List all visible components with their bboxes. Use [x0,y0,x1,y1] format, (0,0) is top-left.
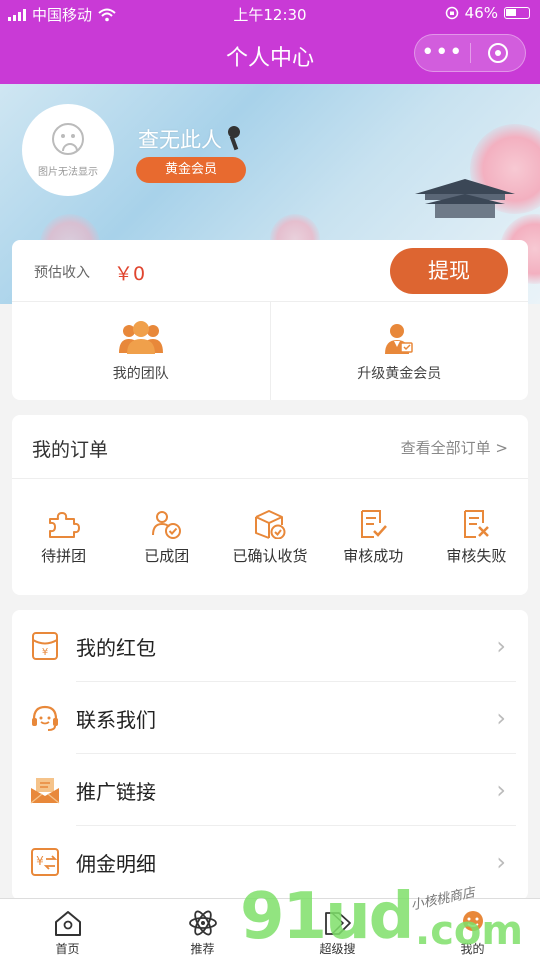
order-grouped[interactable]: 已成团 [115,479,218,595]
menu-item-label: 推广链接 [76,779,156,804]
tab-label: 我的 [460,942,485,956]
status-bar: 中国移动 上午12:30 46% [0,0,540,28]
orientation-lock-icon [445,6,458,20]
order-rejected-label: 审核失败 [446,546,507,565]
orders-card: 我的订单 查看全部订单 > 待拼团 已成团 已确认收货 审核成功 审核失败 [12,415,528,595]
avatar[interactable]: 图片无法显示 [22,104,114,196]
battery-icon [504,7,530,19]
menu-item-label: 联系我们 [76,707,156,732]
tab-recommend[interactable]: 推荐 [135,899,270,960]
envelope-icon [30,775,60,805]
svg-text:¥: ¥ [36,854,44,868]
chevron-right-icon: › [496,704,506,732]
upgrade-label: 升级黄金会员 [357,366,442,382]
chevron-right-icon: › [496,632,506,660]
puzzle-icon [48,511,80,538]
vip-user-icon [384,319,414,355]
team-card: 我的团队 升级黄金会员 [12,302,528,400]
nickname-text: 查无此人 [138,128,222,152]
tab-label: 推荐 [190,942,215,956]
team-icon [118,319,164,355]
tab-mine[interactable]: 我的 [405,899,540,960]
more-button[interactable]: ••• [415,42,470,64]
upgrade-link[interactable]: 升级黄金会员 [271,302,529,400]
member-badge: 黄金会员 [136,157,246,183]
home-icon [54,911,81,936]
menu-item-promo-link[interactable]: 推广链接 › [12,754,528,826]
sad-face-icon [52,122,84,155]
withdraw-button[interactable]: 提现 [390,248,508,294]
earnings-amount: ￥0 [114,263,146,285]
red-packet-icon: ¥ [30,631,60,661]
order-rejected[interactable]: 审核失败 [425,479,528,595]
package-check-icon [255,509,286,539]
my-team-label: 我的团队 [112,366,169,382]
tab-label: 首页 [55,942,80,956]
user-smile-icon [462,911,483,931]
order-status-row: 待拼团 已成团 已确认收货 审核成功 审核失败 [12,479,528,595]
order-grouped-label: 已成团 [144,546,190,565]
order-pending-group[interactable]: 待拼团 [12,479,115,595]
order-approved[interactable]: 审核成功 [322,479,425,595]
nickname: 查无此人 [138,124,242,154]
view-all-orders-link[interactable]: 查看全部订单 > [401,437,508,458]
chevron-right-icon: › [496,776,506,804]
earnings-card: 预估收入 ￥0 提现 [12,240,528,302]
headset-icon [30,703,60,733]
group-check-icon [151,510,181,539]
atom-icon [188,910,217,936]
menu-item-red-packet[interactable]: ¥ 我的红包 › [12,610,528,682]
close-program-button[interactable] [470,43,525,63]
order-received[interactable]: 已确认收货 [218,479,321,595]
pavilion-illustration [415,179,515,218]
tab-bar: 首页 推荐 超级搜 我的 [0,898,540,960]
svg-text:¥: ¥ [42,647,48,658]
tab-label: 超级搜 [319,942,356,956]
menu-item-label: 佣金明细 [76,851,156,876]
chevron-right-icon: › [496,848,506,876]
document-check-icon [361,509,388,538]
menu-list: ¥ 我的红包 › 联系我们 › 推广链接 › ¥ 佣金明细 › [12,610,528,900]
tab-super-search[interactable]: 超级搜 [270,899,405,960]
order-received-label: 已确认收货 [232,546,308,565]
tag-icon [324,912,351,935]
order-pending-group-label: 待拼团 [41,546,87,565]
nav-bar: 个人中心 ••• [0,28,540,84]
menu-item-commission[interactable]: ¥ 佣金明细 › [12,826,528,898]
menu-item-label: 我的红包 [76,635,156,660]
menu-item-contact[interactable]: 联系我们 › [12,682,528,754]
commission-icon: ¥ [30,847,60,877]
mini-program-capsule: ••• [414,34,526,72]
microphone-icon [226,126,242,152]
order-approved-label: 审核成功 [343,546,404,565]
my-team-link[interactable]: 我的团队 [12,302,271,400]
orders-title: 我的订单 [32,439,109,461]
earnings-label: 预估收入 [34,265,90,281]
orders-header: 我的订单 查看全部订单 > [12,415,528,479]
target-icon [487,43,508,63]
avatar-placeholder-text: 图片无法显示 [38,166,98,178]
battery-percent: 46% [464,4,498,22]
document-x-icon [464,509,490,538]
tab-home[interactable]: 首页 [0,899,135,960]
